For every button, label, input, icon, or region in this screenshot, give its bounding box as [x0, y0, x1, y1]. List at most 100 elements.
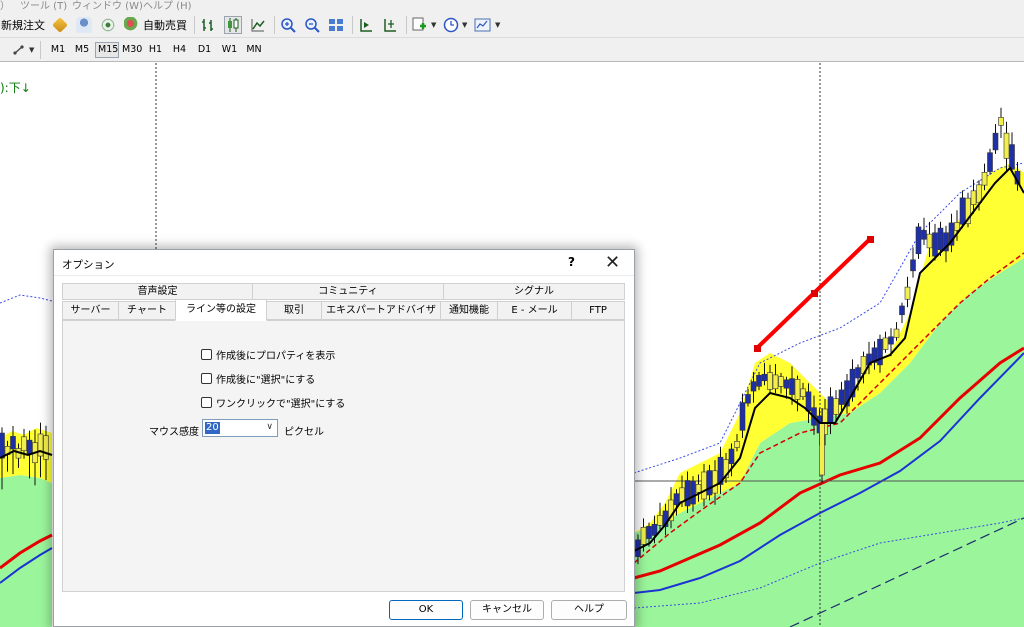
timeframe-h1[interactable]: H1	[145, 42, 166, 58]
periodicity-button[interactable]: ▼	[443, 16, 467, 34]
users-icon	[76, 17, 92, 33]
timeframe-mn[interactable]: MN	[242, 42, 266, 58]
candle-body	[794, 379, 801, 400]
new-order-label: 新規注文	[1, 19, 45, 32]
candle-body	[10, 436, 16, 450]
tab-community[interactable]: コミュニティ	[252, 283, 444, 300]
bar-chart-icon	[202, 19, 213, 31]
checkbox-label: 作成後にプロパティを表示	[216, 351, 336, 362]
tab-chart[interactable]: チャート	[118, 301, 176, 320]
candle-body	[690, 481, 696, 505]
tab-objects[interactable]: ライン等の設定	[175, 299, 267, 321]
ok-button[interactable]: OK	[389, 600, 463, 620]
candle-body	[937, 227, 944, 251]
candle-body	[904, 286, 911, 300]
line-chart-icon	[251, 19, 265, 32]
checkbox-box[interactable]	[201, 373, 212, 384]
tab-ftp[interactable]: FTP	[571, 301, 625, 320]
checkbox-box[interactable]	[201, 349, 212, 360]
candle-body	[673, 493, 680, 506]
objects-settings-panel: 作成後にプロパティを表示 作成後に"選択"にする ワンクリックで"選択"にする …	[62, 320, 625, 592]
candle-body	[679, 487, 685, 502]
indicator-add-icon	[412, 17, 426, 31]
candle-body	[987, 152, 993, 172]
signal-button[interactable]	[100, 16, 116, 34]
dialog-title-bar: オプション ? ✕	[54, 250, 634, 276]
chart-status-text: ):下↓	[0, 81, 31, 95]
candle-body	[882, 337, 889, 350]
candle-body	[750, 381, 757, 392]
timeframe-w1[interactable]: W1	[218, 42, 241, 58]
candle-body	[701, 471, 707, 500]
help-button[interactable]: ヘルプ	[551, 600, 627, 620]
templates-button[interactable]: ▼	[474, 16, 500, 34]
candle-body	[954, 222, 960, 231]
auto-scroll-button[interactable]	[382, 16, 398, 34]
menu-item-help[interactable]: ヘルプ (H)	[143, 0, 192, 12]
tab-notifications[interactable]: 通知機能	[440, 301, 498, 320]
mouse-sensitivity-select[interactable]: 20 ∨	[202, 419, 278, 437]
candle-body	[728, 448, 735, 464]
close-icon[interactable]: ✕	[605, 252, 620, 273]
tab-signals[interactable]: シグナル	[443, 283, 625, 300]
new-order-button[interactable]: 新規注文	[1, 16, 45, 34]
tab-expert-advisors[interactable]: エキスパートアドバイザ	[321, 301, 441, 320]
chart-shift-button[interactable]	[358, 16, 374, 34]
zoom-out-button[interactable]	[304, 16, 320, 34]
checkbox-show-properties[interactable]: 作成後にプロパティを表示	[201, 347, 335, 362]
candle-body	[1009, 144, 1015, 170]
candle-body	[772, 374, 779, 390]
timeframe-d1[interactable]: D1	[194, 42, 215, 58]
chevron-down-icon[interactable]: ∨	[266, 422, 273, 432]
pencil-diamond-icon	[52, 17, 68, 33]
trendline-anchor-start[interactable]	[754, 345, 761, 352]
timeframe-m30[interactable]: M30	[120, 42, 144, 58]
candle-body	[998, 117, 1004, 126]
timeframe-m15[interactable]: M15	[95, 42, 119, 58]
timeframe-m5[interactable]: M5	[71, 42, 93, 58]
line-chart-button[interactable]	[250, 16, 266, 34]
menu-item-view[interactable]: ）	[0, 0, 10, 12]
dialog-title: オプション	[62, 259, 115, 271]
tab-trade[interactable]: 取引	[266, 301, 322, 320]
tab-sound[interactable]: 音声設定	[62, 283, 253, 300]
market-watch-button[interactable]	[52, 16, 68, 34]
auto-trading-button[interactable]: 自動売買	[124, 16, 187, 34]
cancel-button[interactable]: キャンセル	[470, 600, 544, 620]
blue-dotted-upper	[0, 294, 53, 304]
candlestick-chart-button[interactable]	[224, 16, 242, 34]
bar-chart-button[interactable]	[200, 16, 216, 34]
menu-item-tools[interactable]: ツール (T)	[20, 0, 67, 12]
tab-server[interactable]: サーバー	[62, 301, 119, 320]
tile-windows-icon	[329, 19, 343, 31]
indicators-button[interactable]: ▼	[412, 16, 436, 34]
chevron-down-icon: ▼	[462, 21, 468, 29]
candle-body	[651, 523, 658, 536]
candle-body	[712, 470, 718, 494]
candle-body	[684, 480, 691, 507]
timeframe-toolbar: ▼ M1 M5 M15 M30 H1 H4 D1 W1 MN	[0, 38, 1024, 62]
tile-windows-button[interactable]	[328, 16, 344, 34]
line-tools-button[interactable]: ▼	[12, 41, 34, 59]
auto-scroll-icon	[384, 19, 396, 32]
candle-body	[819, 422, 825, 476]
candle-body	[910, 259, 916, 272]
candle-body	[893, 328, 900, 338]
checkbox-box[interactable]	[201, 397, 212, 408]
timeframe-m1[interactable]: M1	[47, 42, 69, 58]
candle-body	[981, 172, 988, 186]
navigator-button[interactable]	[76, 16, 92, 34]
timeframe-h4[interactable]: H4	[169, 42, 190, 58]
help-question-icon[interactable]: ?	[568, 255, 575, 269]
candle-body	[932, 232, 938, 257]
trendline-anchor-end[interactable]	[867, 236, 874, 243]
tab-email[interactable]: E - メール	[497, 301, 572, 320]
mouse-sensitivity-value[interactable]: 20	[205, 422, 220, 434]
menu-item-window[interactable]: ウィンドウ (W)	[72, 0, 143, 12]
trendline-anchor-mid[interactable]	[811, 290, 818, 297]
menu-bar: ） ツール (T) ウィンドウ (W) ヘルプ (H)	[0, 0, 1024, 12]
candle-body	[805, 391, 812, 412]
checkbox-select-one-click[interactable]: ワンクリックで"選択"にする	[201, 395, 345, 410]
zoom-in-button[interactable]	[280, 16, 296, 34]
checkbox-select-after-create[interactable]: 作成後に"選択"にする	[201, 371, 315, 386]
